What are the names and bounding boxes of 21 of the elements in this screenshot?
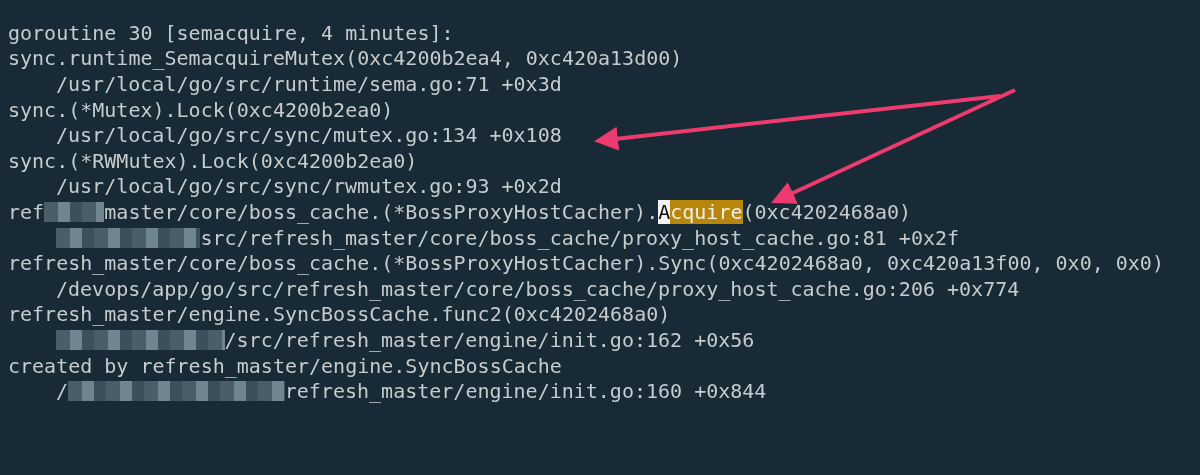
pixelated-redaction <box>44 201 105 222</box>
file-path-text: /usr/local/go/src/sync/rwmutex.go:93 +0x2d <box>56 174 562 199</box>
stack-trace-text: refresh_master/engine.SyncBossCache.func2(0xc4202468a0) <box>8 302 671 327</box>
stack-trace-text: created by refresh_master/engine.SyncBossCache <box>8 353 562 378</box>
stack-trace-text: goroutine 30 [semacquire, 4 minutes]: <box>8 20 454 45</box>
file-path-text: /usr/local/go/src/runtime/sema.go:71 +0x3d <box>56 72 562 96</box>
stack-trace-text: sync.(*Mutex).Lock(0xc4200b2ea0) <box>8 97 394 122</box>
stack-trace-text: sync.runtime_SemacquireMutex(0xc4200b2ea4, 0xc420a13d00) <box>8 46 683 71</box>
stack-trace-text: master/core/boss_cache.(*BossProxyHostCacher). <box>104 199 659 224</box>
file-path-text: /devops/app/go/src/refresh_master/core/boss_cache/proxy_host_cache.go:206 +0x774 <box>56 276 1020 301</box>
file-path-text: src/refresh_master/core/boss_cache/proxy_host_cache.go:81 +0x2f <box>200 225 960 250</box>
file-path-text: refresh_master/engine/init.go:160 +0x844 <box>284 379 767 404</box>
stack-trace-text: sync.(*RWMutex).Lock(0xc4200b2ea0) <box>8 148 418 173</box>
file-path-text: / <box>56 379 69 404</box>
stack-trace-text: (0xc4202468a0) <box>742 199 912 224</box>
search-highlight: cquire <box>670 199 743 224</box>
cursor: A <box>658 199 671 224</box>
file-path-text: /src/refresh_master/engine/init.go:162 +0x56 <box>224 327 755 352</box>
file-path-text: /usr/local/go/src/sync/mutex.go:134 +0x108 <box>56 123 562 148</box>
stack-trace-text: ref <box>8 199 45 224</box>
stack-trace-text: refresh_master/core/boss_cache.(*BossProxyHostCacher).Sync(0xc4202468a0, 0xc420a13f00, 0x0, 0x0) <box>8 251 1164 276</box>
